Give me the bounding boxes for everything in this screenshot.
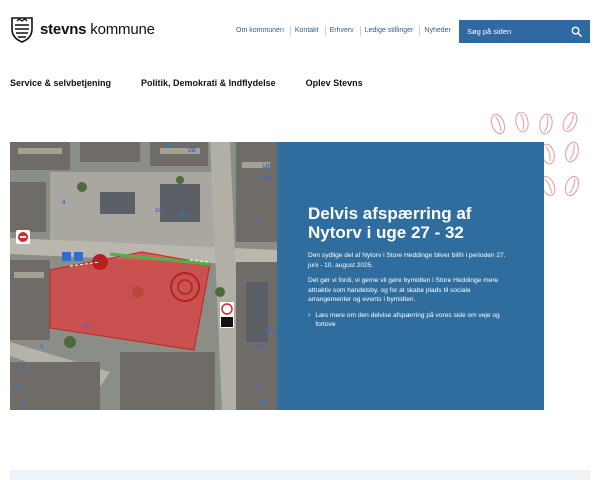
nav-link-erhverv[interactable]: Erhverv [330,26,361,36]
no-entry-sign-icon [16,230,30,244]
map-label: 2C [165,144,173,150]
map-label: 10 [14,384,21,390]
next-section-edge [10,470,590,480]
hero-paragraph-2: Det gør vi fordi, vi gerne vil gøre bymi… [308,277,499,303]
nav-link-ledige-stillinger[interactable]: Ledige stillinger [365,26,421,36]
chevron-right-icon: › [308,311,311,319]
map-label: 1A [258,344,266,350]
nav-link-nyheder[interactable]: Nyheder [424,26,456,36]
main-nav-politik[interactable]: Politik, Demokrati & Indflydelse [141,78,276,88]
read-more-link-text: Læs mere om den delvise afspærring på vo… [315,311,500,329]
map-label: 2A [155,208,163,214]
search-icon[interactable] [571,26,582,37]
search-bar [459,20,590,43]
coat-of-arms-icon [11,17,33,43]
main-nav-oplev-stevns[interactable]: Oplev Stevns [306,78,363,88]
hero-paragraph-1: Den sydlige del af Nytorv i Store Heddin… [308,252,506,269]
main-nav-service[interactable]: Service & selvbetjening [10,78,111,88]
nav-link-kontakt[interactable]: Kontakt [295,26,326,36]
hero-title: Delvis afspærring af Nytorv i uge 27 - 3… [308,204,472,242]
map-label: 12A [260,176,272,182]
stevns-kommune-logo[interactable]: stevns kommune [10,14,170,44]
hero-banner: 2C 2B 1B 12A 2A 1C 4 8 5A 3A 1A 8 8 10 6… [10,142,544,410]
nav-link-om-kommunen[interactable]: Om kommunen [236,26,291,36]
nytorv-map-image: 2C 2B 1B 12A 2A 1C 4 8 5A 3A 1A 8 8 10 6… [10,142,277,410]
map-label: 2B [188,148,196,154]
map-label: 1C [178,212,186,218]
read-more-link[interactable]: › Læs mere om den delvise afspærring på … [308,311,510,330]
search-input[interactable] [467,27,567,36]
map-label: 3A [82,324,90,330]
map-label: 5A [266,328,274,334]
map-label: 6A [260,400,268,406]
utility-nav: Om kommunen Kontakt Erhverv Ledige still… [236,26,461,36]
main-nav: Service & selvbetjening Politik, Demokra… [10,78,393,88]
logo-wordmark: stevns kommune [40,20,155,38]
hero-text-panel: Delvis afspærring af Nytorv i uge 27 - 3… [277,142,544,410]
map-label: 1B [262,164,270,170]
no-vehicles-sign-icon [220,302,234,328]
